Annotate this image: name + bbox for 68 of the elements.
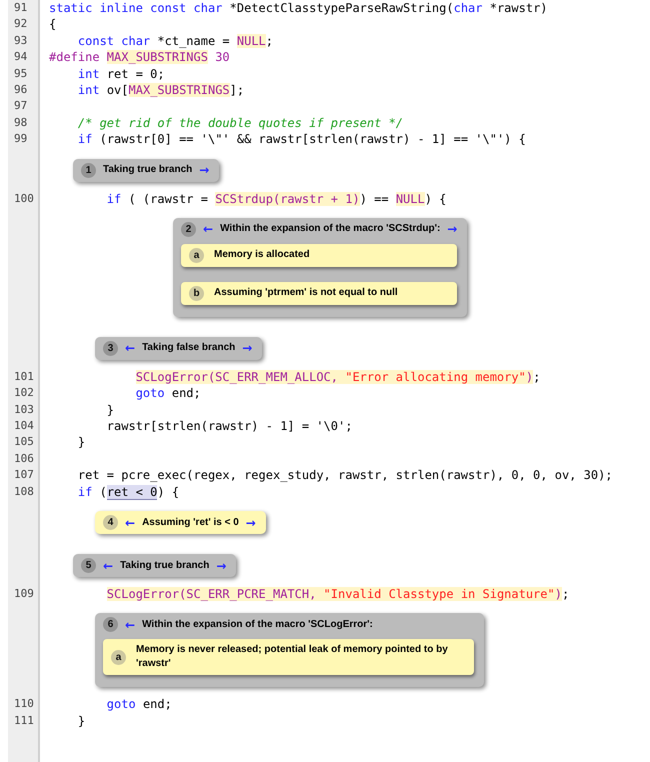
line-number: 110	[13, 696, 35, 712]
code-line: /* get rid of the double quotes if present */	[76, 114, 404, 132]
line-number: 106	[13, 450, 35, 467]
previous-step-link[interactable]: ←	[125, 618, 136, 632]
line-number: 99	[13, 131, 28, 148]
step-number: 5	[81, 558, 96, 574]
previous-step-link[interactable]: ←	[203, 222, 214, 236]
step-number: 2	[181, 222, 196, 237]
code-line: ret = pcre_exec(regex, regex_study, rawstr, strlen(rawstr), 0, 0, ov, 30);	[76, 467, 613, 484]
step-number: 3	[103, 340, 118, 356]
note-text: Taking true branch	[120, 558, 210, 573]
code-line: #define MAX_SUBSTRINGS 30	[49, 49, 230, 66]
next-step-link[interactable]: →	[199, 163, 210, 178]
line-number: 95	[13, 66, 28, 82]
step-letter: b	[189, 286, 204, 301]
code-line: if (rawstr[0] == '\"' && rawstr[strlen(rawstr) - 1] == '\"') {	[76, 131, 526, 148]
line-number: 93	[13, 32, 28, 49]
line-number: 108	[13, 484, 35, 500]
line-number: 97	[13, 98, 28, 114]
line-number: 103	[13, 402, 35, 418]
code-line: }	[76, 434, 86, 451]
code-line: SCLogError(SC_ERR_PCRE_MATCH, "Invalid Classtype in Signature");	[106, 586, 570, 602]
line-number: 96	[13, 82, 28, 98]
note-text: Memory is allocated	[214, 248, 310, 262]
code-line: goto end;	[106, 696, 172, 713]
step-letter: a	[111, 650, 126, 665]
code-line: if (ret < 0) {	[76, 484, 180, 500]
line-number: 98	[13, 114, 28, 131]
code-line: int ret = 0;	[76, 66, 165, 82]
line-number: 94	[13, 49, 28, 66]
step-letter: a	[189, 248, 204, 263]
note-text: Taking false branch	[142, 341, 236, 356]
code-line: }	[106, 402, 114, 418]
line-number: 105	[13, 434, 35, 450]
next-step-link[interactable]: →	[216, 558, 226, 573]
note-text: Within the expansion of the macro 'SCStrdup':	[220, 222, 440, 236]
line-number: 111	[13, 712, 35, 729]
code-line: SCLogError(SC_ERR_MEM_ALLOC, "Error allocating memory");	[134, 368, 540, 386]
step-number: 4	[103, 515, 118, 530]
line-number: 107	[13, 467, 35, 484]
line-number: 100	[13, 190, 35, 207]
next-step-link[interactable]: →	[246, 516, 256, 530]
previous-step-link[interactable]: ←	[125, 341, 136, 356]
previous-step-link[interactable]: ←	[125, 516, 136, 530]
line-number: 109	[13, 586, 35, 602]
note-text: Taking true branch	[103, 163, 192, 178]
line-number: 91	[13, 0, 28, 16]
line-number: 104	[13, 418, 35, 434]
next-step-link[interactable]: →	[447, 222, 458, 236]
code-line: {	[49, 16, 56, 33]
step-number: 1	[81, 162, 96, 178]
note-text: Memory is never released; potential leak of memory pointed to by 'rawstr'	[136, 643, 449, 672]
code-line: goto end;	[134, 385, 201, 402]
code-line: int ov[MAX_SUBSTRINGS];	[76, 82, 244, 98]
note-text: Assuming 'ret' is < 0	[142, 516, 239, 530]
code-line: const char *ct_name = NULL;	[76, 32, 274, 50]
code-line: rawstr[strlen(rawstr) - 1] = '\0';	[106, 418, 352, 434]
code-line: if ( (rawstr = SCStrdup(rawstr + 1)) == NULL) {	[106, 190, 446, 207]
code-line: static inline const char *DetectClasstypeParseRawString(char *rawstr)	[49, 0, 548, 16]
line-number: 101	[13, 368, 35, 385]
previous-step-link[interactable]: ←	[103, 558, 114, 573]
note-text: Assuming 'ptrmem' is not equal to null	[214, 286, 398, 300]
code-line: }	[76, 712, 86, 730]
step-number: 6	[103, 617, 118, 632]
note-text: Within the expansion of the macro 'SCLogError':	[142, 618, 373, 632]
line-number: 102	[13, 385, 35, 402]
next-step-link[interactable]: →	[242, 341, 252, 356]
line-number: 92	[13, 16, 28, 32]
